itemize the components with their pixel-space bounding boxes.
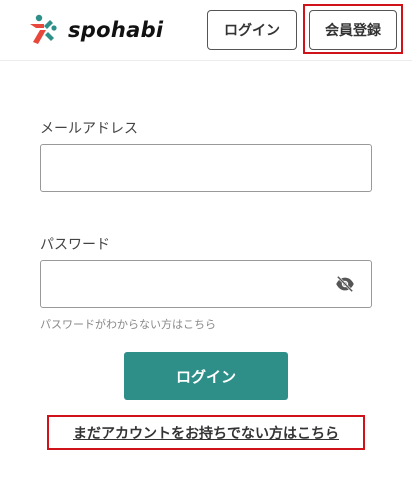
email-label: メールアドレス: [40, 121, 138, 137]
password-label: パスワード: [40, 237, 110, 253]
spohabi-logo-icon: [30, 14, 57, 44]
logo-text: spohabi: [68, 18, 164, 42]
logo[interactable]: spohabi: [28, 14, 163, 46]
signup-link[interactable]: まだアカウントをお持ちでない方はこちら: [47, 415, 365, 450]
site-header: spohabi ログイン 会員登録: [0, 0, 412, 61]
eye-off-icon[interactable]: [335, 276, 355, 292]
register-button[interactable]: 会員登録: [309, 10, 397, 50]
header-login-button[interactable]: ログイン: [207, 10, 297, 50]
forgot-password-link[interactable]: パスワードがわからない方はこちら: [40, 316, 216, 332]
email-field[interactable]: [40, 144, 372, 192]
password-field[interactable]: [40, 260, 372, 308]
login-submit-button[interactable]: ログイン: [124, 352, 288, 400]
